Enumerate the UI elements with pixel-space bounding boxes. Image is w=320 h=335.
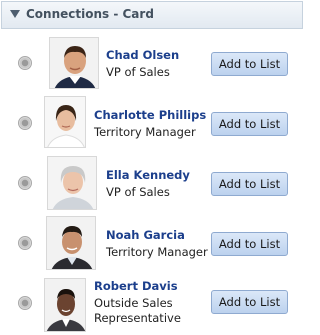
connection-name-link[interactable]: Robert Davis [94,279,178,293]
collapse-triangle-icon[interactable] [10,10,20,18]
connections-card-panel: Connections - Card Chad Olsen VP of Sale… [0,0,304,335]
connection-title: VP of Sales [106,65,170,79]
connection-title: VP of Sales [106,185,170,199]
person-photo-icon [44,278,86,332]
person-photo-icon [44,96,86,148]
select-radio[interactable] [18,176,32,190]
connection-title: Outside Sales [94,296,173,310]
panel-title: Connections - Card [26,7,154,21]
connection-title: Territory Manager [94,125,196,139]
connection-row: Robert Davis Outside Sales Representativ… [0,274,304,335]
panel-header: Connections - Card [1,1,303,29]
connection-name-link[interactable]: Noah Garcia [106,228,185,242]
add-to-list-button[interactable]: Add to List [211,172,288,196]
person-photo-icon [46,216,96,270]
add-to-list-button[interactable]: Add to List [211,52,288,76]
connection-row: Noah Garcia Territory Manager Add to Lis… [0,214,304,274]
select-radio[interactable] [18,236,32,250]
connection-name-link[interactable]: Charlotte Phillips [94,108,206,122]
connection-row: Ella Kennedy VP of Sales Add to List [0,152,304,212]
connection-title-line-2: Representative [94,311,181,325]
connection-row: Charlotte Phillips Territory Manager Add… [0,92,304,152]
connection-name-link[interactable]: Ella Kennedy [106,168,190,182]
connection-title: Territory Manager [106,245,208,259]
connection-row: Chad Olsen VP of Sales Add to List [0,32,304,92]
add-to-list-button[interactable]: Add to List [211,290,288,314]
person-photo-icon [49,37,99,89]
select-radio[interactable] [18,296,32,310]
connection-name-link[interactable]: Chad Olsen [106,48,179,62]
add-to-list-button[interactable]: Add to List [211,232,288,256]
person-photo-icon [47,156,97,210]
select-radio[interactable] [18,116,32,130]
add-to-list-button[interactable]: Add to List [211,112,288,136]
select-radio[interactable] [18,56,32,70]
